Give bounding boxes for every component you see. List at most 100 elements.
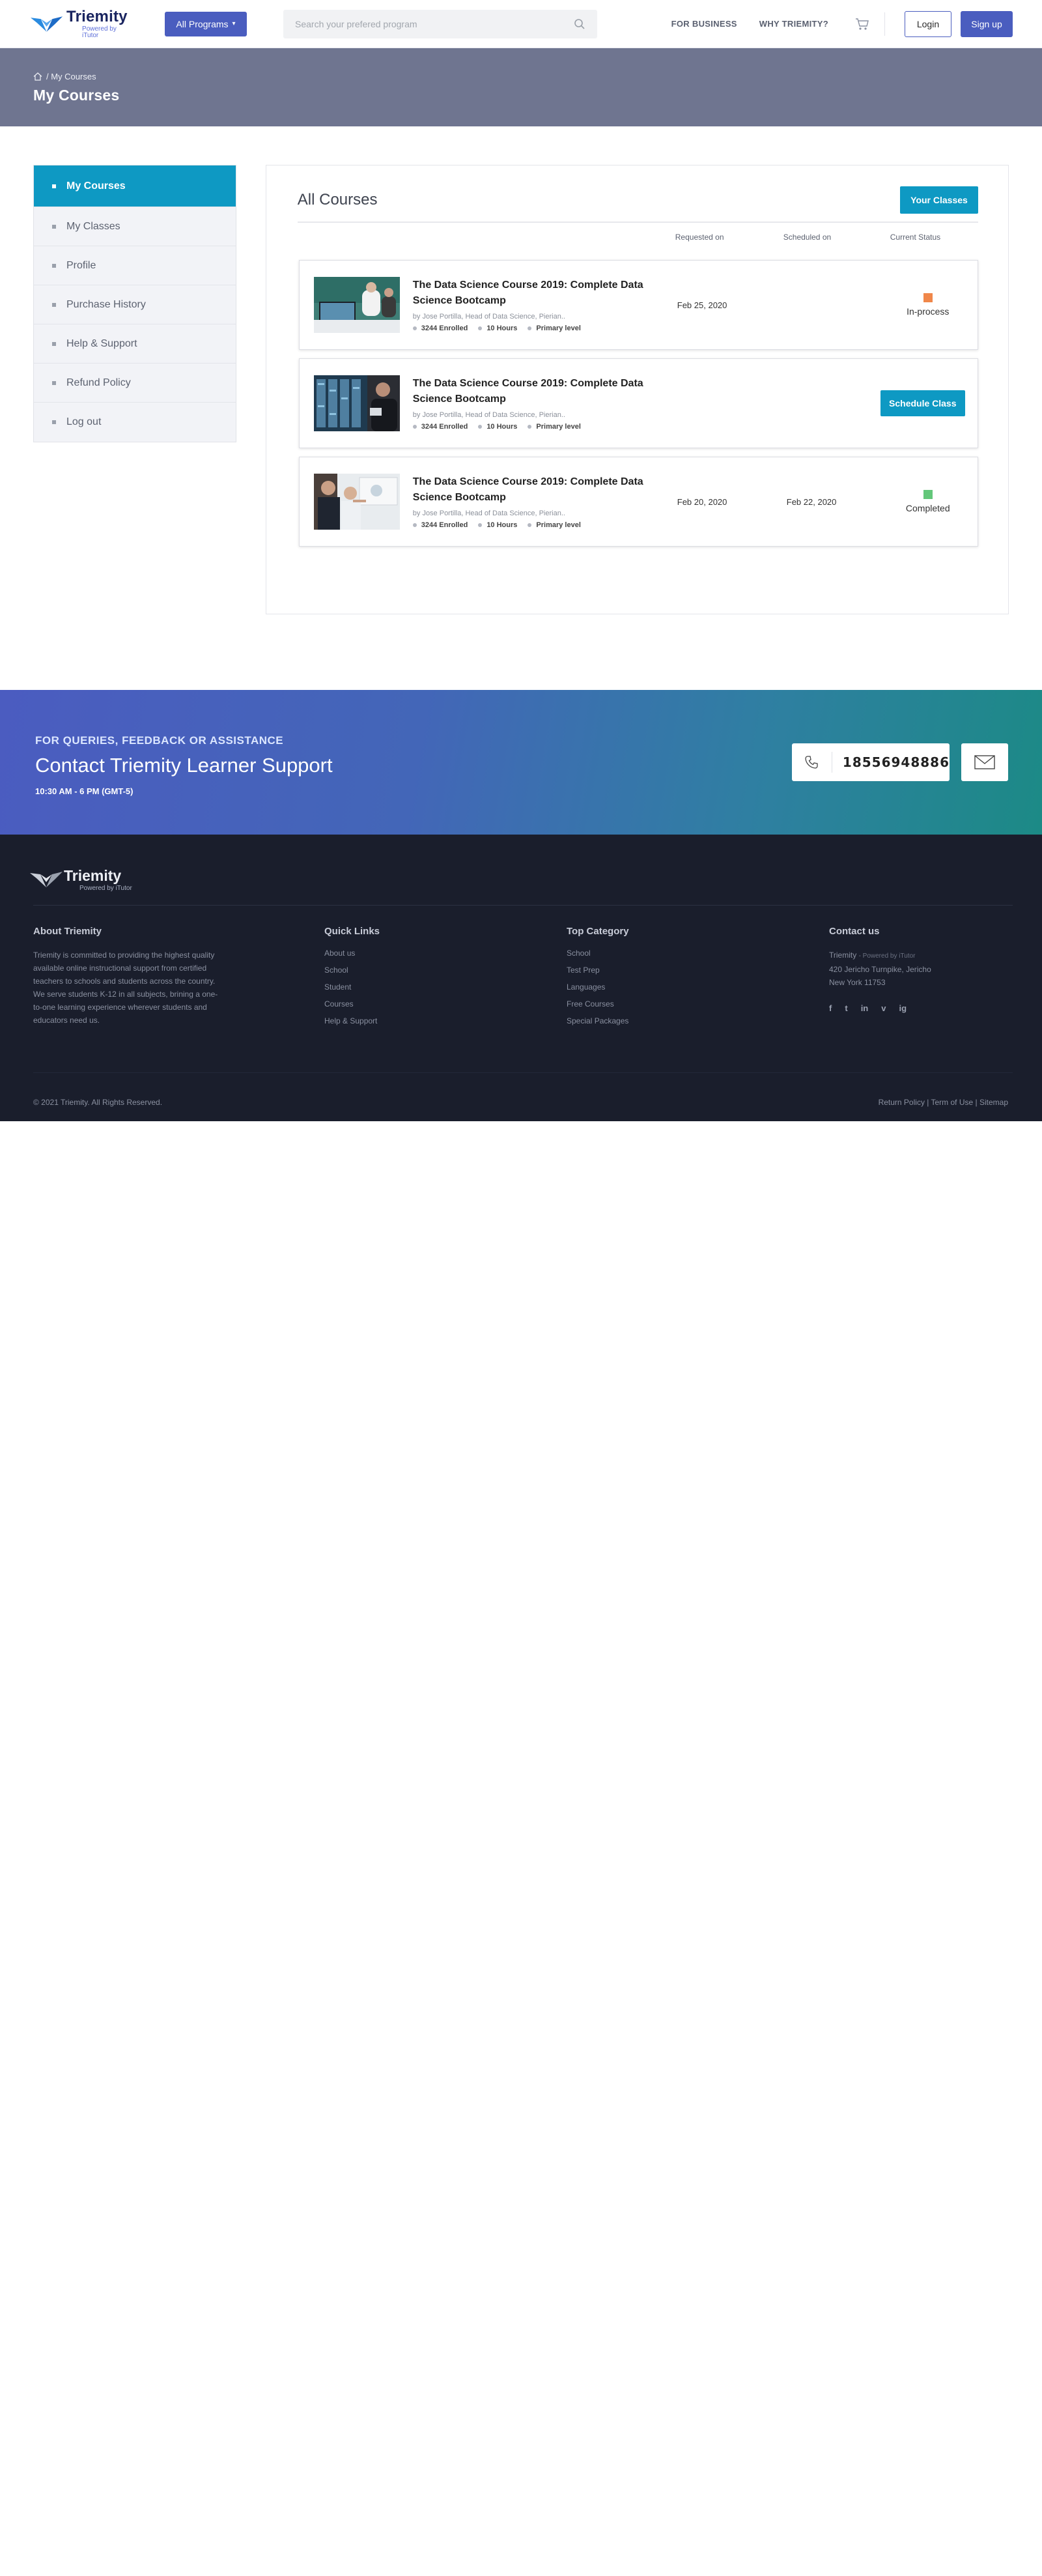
learner-support-banner: FOR QUERIES, FEEDBACK OR ASSISTANCE Cont… [0,690,1042,835]
footer-about: About Triemity Triemity is committed to … [33,926,222,1027]
home-icon[interactable] [33,72,42,81]
all-programs-dropdown[interactable]: All Programs ▾ [165,11,247,36]
brand-tagline: Powered by iTutor [82,25,117,39]
facebook-icon[interactable]: f [829,1003,832,1013]
bullet-icon [52,341,56,346]
site-footer: Triemity Powered by iTutor About Triemit… [0,835,1042,1121]
twitter-icon[interactable]: t [845,1003,847,1013]
scheduled-date: Feb 22, 2020 [786,496,837,507]
sidebar-item-log-out[interactable]: Log out [34,403,236,442]
email-button[interactable] [961,743,1008,781]
course-title[interactable]: The Data Science Course 2019: Complete D… [413,474,647,506]
instagram-icon[interactable]: ig [899,1003,907,1013]
sidebar-item-label: Profile [66,259,96,271]
top-header: Triemity Powered by iTutor All Programs … [0,0,1042,48]
search-input[interactable] [295,18,556,29]
course-column-headers: Requested on Scheduled on Current Status [298,223,978,251]
course-title[interactable]: The Data Science Course 2019: Complete D… [413,376,647,407]
sidebar-item-help-support[interactable]: Help & Support [34,324,236,364]
column-requested-on: Requested on [675,233,724,242]
footer-brand-tagline: Powered by iTutor [79,885,132,892]
status-label: In-process [907,306,950,317]
page-banner: / My Courses My Courses [0,48,1042,126]
triemity-logo-icon [30,16,63,32]
breadcrumb: / My Courses [33,72,1009,81]
footer-logo[interactable]: Triemity Powered by iTutor [29,867,132,892]
footer-category-school[interactable]: School [567,949,629,958]
course-info: The Data Science Course 2019: Complete D… [413,474,647,529]
course-title[interactable]: The Data Science Course 2019: Complete D… [413,278,647,309]
footer-address-line2: New York 11753 [829,978,886,987]
header-divider [884,12,885,36]
footer-link-about-us[interactable]: About us [324,949,380,958]
course-enrolled: 3244 Enrolled [413,521,468,529]
sidebar-item-label: Refund Policy [66,377,131,388]
requested-date: Feb 25, 2020 [677,300,727,310]
linkedin-icon[interactable]: in [861,1003,869,1013]
footer-brand-name: Triemity [64,867,122,884]
footer-category-test-prep[interactable]: Test Prep [567,966,629,975]
course-level: Primary level [528,423,581,431]
sidebar-item-my-classes[interactable]: My Classes [34,207,236,246]
course-info: The Data Science Course 2019: Complete D… [413,376,647,431]
sidebar-item-refund-policy[interactable]: Refund Policy [34,364,236,403]
brand-logo[interactable]: Triemity Powered by iTutor [29,8,134,39]
footer-top-category-title: Top Category [567,926,629,937]
search-icon[interactable] [574,18,585,30]
header-nav: FOR BUSINESS WHY TRIEMITY? Login Sign up [649,10,1013,37]
breadcrumb-current: / My Courses [46,72,96,81]
course-card[interactable]: The Data Science Course 2019: Complete D… [298,457,978,547]
sidebar-item-label: My Courses [66,180,126,192]
footer-link-help-support[interactable]: Help & Support [324,1016,380,1025]
main-area: My Courses My Classes Profile Purchase H… [0,126,1042,690]
course-author: by Jose Portilla, Head of Data Science, … [412,313,565,321]
vimeo-icon[interactable]: v [881,1003,886,1013]
phone-button[interactable]: 18556948886 [792,743,950,781]
footer-category-free-courses[interactable]: Free Courses [567,999,629,1009]
sidebar-item-my-courses[interactable]: My Courses [34,165,236,207]
course-thumbnail [313,375,400,431]
phone-icon [805,756,819,769]
phone-icon-wrap [792,752,832,773]
course-level: Primary level [528,324,581,332]
footer-contact: Contact us Triemity - Powered by iTutor … [829,926,931,1013]
caret-down-icon: ▾ [232,20,236,27]
bullet-icon [52,224,56,229]
support-hours: 10:30 AM - 6 PM (GMT-5) [35,786,134,796]
footer-link-school[interactable]: School [324,966,380,975]
your-classes-button[interactable]: Your Classes [900,186,978,214]
nav-for-business[interactable]: FOR BUSINESS [671,19,737,29]
mail-icon [974,755,995,769]
course-enrolled: 3244 Enrolled [413,324,468,332]
footer-bottom-divider [33,1072,1013,1073]
footer-category-special-packages[interactable]: Special Packages [567,1016,629,1025]
footer-category-languages[interactable]: Languages [567,982,629,992]
nav-why-triemity[interactable]: WHY TRIEMITY? [759,19,828,29]
course-card[interactable]: The Data Science Course 2019: Complete D… [298,260,978,350]
schedule-class-button[interactable]: Schedule Class [880,390,965,416]
login-button[interactable]: Login [905,10,951,37]
sidebar-item-profile[interactable]: Profile [34,246,236,285]
bullet-icon [52,302,56,307]
footer-legal-links[interactable]: Return Policy | Term of Use | Sitemap [879,1098,1008,1107]
copyright-text: © 2021 Triemity. All Rights Reserved. [33,1098,163,1107]
course-image [313,277,400,333]
social-links: f t in v ig [829,1003,931,1013]
all-programs-label: All Programs [176,18,229,29]
footer-link-courses[interactable]: Courses [324,999,380,1009]
requested-date: Feb 20, 2020 [677,496,727,507]
footer-quick-links-title: Quick Links [324,926,380,937]
course-hours: 10 Hours [478,521,517,529]
course-meta: 3244 Enrolled 10 Hours Primary level [413,324,647,332]
course-image [313,375,400,431]
cart-icon[interactable] [854,16,870,32]
course-card[interactable]: The Data Science Course 2019: Complete D… [298,358,978,448]
signup-button[interactable]: Sign up [961,10,1013,37]
course-image [313,474,400,530]
footer-link-student[interactable]: Student [324,982,380,992]
search-bar [283,9,597,38]
sidebar-item-purchase-history[interactable]: Purchase History [34,285,236,324]
course-thumbnail [313,277,400,333]
sidebar-item-label: My Classes [66,220,120,232]
bullet-icon [52,184,56,188]
